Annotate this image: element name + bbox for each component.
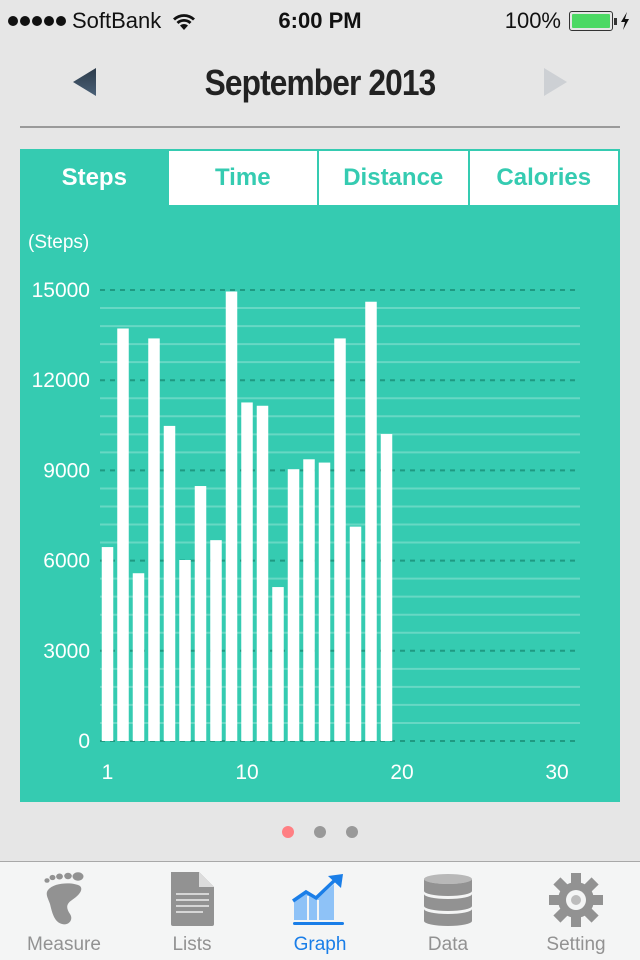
steps-bar-chart: 0 3000 6000 9000 12000 15000 1 10 20 30 <box>32 279 580 784</box>
bar-day-18 <box>365 301 377 741</box>
tabbar-item-measure[interactable]: Measure <box>0 862 128 960</box>
y-tick-label: 9000 <box>43 459 90 482</box>
gear-icon <box>549 873 603 927</box>
bar-day-4 <box>148 338 160 741</box>
footprint-icon <box>44 872 84 925</box>
graph-icon <box>292 874 344 925</box>
x-axis-ticks: 1 10 20 30 <box>102 761 569 784</box>
database-icon <box>424 874 472 926</box>
x-tick-label: 10 <box>235 761 258 784</box>
bar-day-17 <box>349 526 362 741</box>
bar-day-12 <box>272 587 284 741</box>
bar-day-9 <box>225 291 238 741</box>
document-icon <box>171 872 214 926</box>
bar-day-13 <box>287 469 300 741</box>
y-tick-label: 15000 <box>32 279 90 302</box>
status-right: 100% <box>505 8 630 34</box>
tabbar-item-graph[interactable]: Graph <box>256 862 384 960</box>
tabbar-label: Setting <box>546 934 606 955</box>
bottom-tab-bar: Measure Lists Graph Data Setting <box>0 861 640 960</box>
chart-panel: Steps Time Distance Calories (Steps) 0 30… <box>20 149 620 802</box>
y-axis-ticks: 0 3000 6000 9000 12000 15000 <box>32 279 90 753</box>
tabbar-item-lists[interactable]: Lists <box>128 862 256 960</box>
next-month-button[interactable] <box>540 66 570 98</box>
bar-day-16 <box>334 338 346 741</box>
page-dot[interactable] <box>346 826 358 838</box>
bar-day-3 <box>132 573 145 741</box>
tabbar-label: Graph <box>293 934 347 955</box>
month-header: September 2013 <box>0 50 640 120</box>
y-tick-label: 0 <box>78 730 90 753</box>
x-tick-label: 20 <box>390 761 413 784</box>
right-triangle-icon <box>544 68 567 96</box>
bar-day-10 <box>241 402 253 741</box>
y-tick-label: 12000 <box>32 369 90 392</box>
month-title: September 2013 <box>204 62 437 103</box>
tabbar-label: Measure <box>27 934 101 955</box>
bar-day-2 <box>117 328 129 741</box>
tabbar-item-data[interactable]: Data <box>384 862 512 960</box>
page-dot[interactable] <box>282 826 294 838</box>
bars <box>101 291 393 741</box>
battery-tip <box>614 17 617 25</box>
battery-icon <box>569 11 613 31</box>
y-tick-label: 3000 <box>43 640 90 663</box>
bar-day-1 <box>101 547 114 741</box>
bar-day-15 <box>318 462 331 741</box>
tabbar-label: Data <box>427 934 469 955</box>
x-tick-label: 30 <box>545 761 568 784</box>
bar-day-14 <box>303 459 315 741</box>
page-indicator <box>0 826 640 838</box>
charging-bolt-icon <box>621 12 629 30</box>
bar-day-5 <box>163 425 176 741</box>
tabbar-item-setting[interactable]: Setting <box>512 862 640 960</box>
page-dot[interactable] <box>314 826 326 838</box>
battery-percent: 100% <box>504 8 561 33</box>
tabbar-label: Lists <box>172 934 212 955</box>
bar-day-6 <box>179 559 191 741</box>
status-bar: SoftBank 6:00 PM 100% <box>0 0 640 40</box>
bar-day-7 <box>194 486 207 741</box>
y-tick-label: 6000 <box>43 550 90 573</box>
bar-day-11 <box>256 405 269 741</box>
header-divider <box>20 126 620 128</box>
bar-day-8 <box>210 540 222 741</box>
bar-day-19 <box>380 434 393 741</box>
x-tick-label: 1 <box>102 761 114 784</box>
